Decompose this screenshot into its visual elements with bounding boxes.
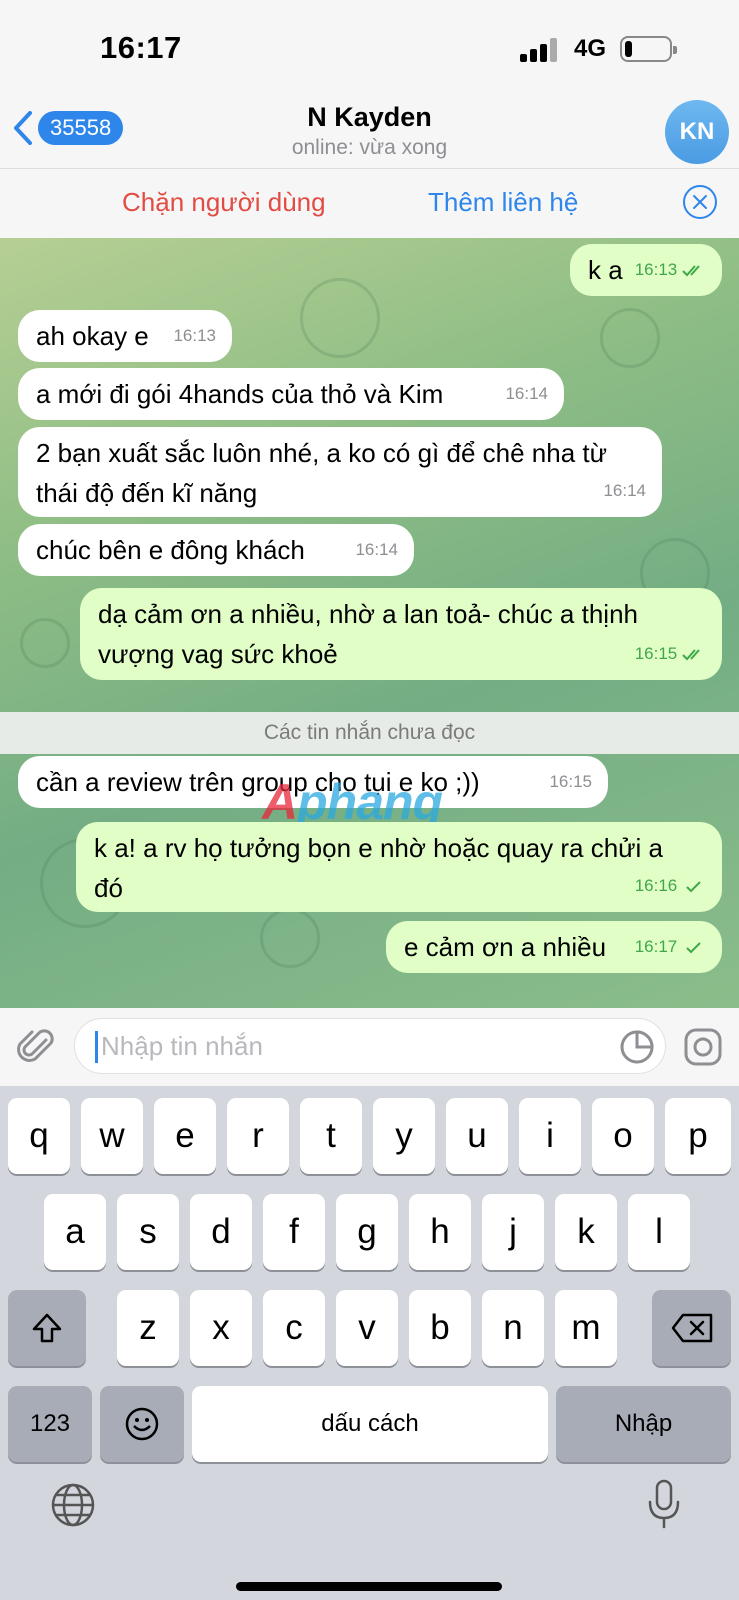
network-type: 4G xyxy=(574,35,607,62)
avatar[interactable]: KN xyxy=(665,100,729,164)
message-time: 16:14 xyxy=(505,384,548,403)
key-w[interactable]: w xyxy=(81,1098,143,1174)
block-user-button[interactable]: Chặn người dùng xyxy=(122,187,326,218)
message-text: a mới đi gói 4hands của thỏ và Kim xyxy=(36,379,444,409)
message-time: 16:13 xyxy=(173,326,216,345)
key-e[interactable]: e xyxy=(154,1098,216,1174)
key-p[interactable]: p xyxy=(665,1098,731,1174)
single-check-icon xyxy=(686,880,701,892)
backspace-key[interactable] xyxy=(652,1290,731,1366)
message-list[interactable]: k a 16:13 ah okay e 16:13 a mới đi gói 4… xyxy=(0,238,739,1008)
key-q[interactable]: q xyxy=(8,1098,70,1174)
message-time: 16:13 xyxy=(634,260,678,279)
space-key[interactable]: dấu cách xyxy=(192,1386,548,1462)
message-time: 16:17 xyxy=(634,937,678,956)
status-time: 16:17 xyxy=(100,30,182,65)
key-h[interactable]: h xyxy=(409,1194,471,1270)
wallpaper-doodle xyxy=(600,308,660,368)
message-input-placeholder: Nhập tin nhắn xyxy=(101,1031,263,1061)
message-bubble-outgoing[interactable]: e cảm ơn a nhiều 16:17 xyxy=(386,921,722,973)
key-i[interactable]: i xyxy=(519,1098,581,1174)
battery-icon xyxy=(620,36,677,62)
emoji-key[interactable] xyxy=(100,1386,184,1462)
key-b[interactable]: b xyxy=(409,1290,471,1366)
status-bar: 16:17 4G xyxy=(0,0,739,96)
key-r[interactable]: r xyxy=(227,1098,289,1174)
wallpaper-doodle xyxy=(300,278,380,358)
key-l[interactable]: l xyxy=(628,1194,690,1270)
backspace-icon xyxy=(671,1313,712,1343)
key-c[interactable]: c xyxy=(263,1290,325,1366)
message-bubble-incoming[interactable]: ah okay e 16:13 xyxy=(18,310,232,362)
key-k[interactable]: k xyxy=(555,1194,617,1270)
message-text: ah okay e xyxy=(36,321,149,351)
wallpaper-doodle xyxy=(20,618,70,668)
chat-status: online: vừa xong xyxy=(291,136,448,159)
home-indicator[interactable] xyxy=(236,1582,502,1591)
key-n[interactable]: n xyxy=(482,1290,544,1366)
message-time: 16:15 xyxy=(634,644,678,663)
message-input[interactable]: Nhập tin nhắn xyxy=(74,1018,666,1074)
emoji-icon xyxy=(125,1407,159,1441)
key-o[interactable]: o xyxy=(592,1098,654,1174)
double-check-icon xyxy=(682,264,700,276)
message-time: 16:15 xyxy=(549,772,592,791)
keyboard: q w e r t y u i o p a s d f g h j k l z … xyxy=(0,1086,739,1600)
numbers-key[interactable]: 123 xyxy=(8,1386,92,1462)
microphone-icon[interactable] xyxy=(646,1478,682,1530)
key-u[interactable]: u xyxy=(446,1098,508,1174)
chat-title[interactable]: N Kayden xyxy=(0,102,739,133)
key-s[interactable]: s xyxy=(117,1194,179,1270)
return-key[interactable]: Nhập xyxy=(556,1386,731,1462)
add-contact-button[interactable]: Thêm liên hệ xyxy=(428,187,578,218)
chat-header: 35558 N Kayden online: vừa xong KN xyxy=(0,96,739,168)
message-text: k a xyxy=(588,255,623,285)
key-f[interactable]: f xyxy=(263,1194,325,1270)
message-text: 2 bạn xuất sắc luôn nhé, a ko có gì để c… xyxy=(36,438,608,508)
key-d[interactable]: d xyxy=(190,1194,252,1270)
message-bubble-outgoing[interactable]: k a 16:13 xyxy=(570,244,722,296)
single-check-icon xyxy=(686,941,701,953)
double-check-icon xyxy=(682,648,700,660)
composer-bar: Nhập tin nhắn xyxy=(0,1008,739,1086)
key-t[interactable]: t xyxy=(300,1098,362,1174)
key-m[interactable]: m xyxy=(555,1290,617,1366)
contact-action-bar: Chặn người dùng Thêm liên hệ xyxy=(0,168,739,238)
message-bubble-outgoing[interactable]: k a! a rv họ tưởng bọn e nhờ hoặc quay r… xyxy=(76,822,722,912)
key-y[interactable]: y xyxy=(373,1098,435,1174)
shift-icon xyxy=(32,1313,62,1343)
message-text: chúc bên e đông khách xyxy=(36,535,305,565)
message-bubble-incoming[interactable]: chúc bên e đông khách 16:14 xyxy=(18,524,414,576)
signal-icon xyxy=(520,38,560,62)
sticker-icon[interactable] xyxy=(619,1029,655,1065)
camera-icon[interactable] xyxy=(682,1026,724,1068)
key-z[interactable]: z xyxy=(117,1290,179,1366)
message-bubble-incoming[interactable]: 2 bạn xuất sắc luôn nhé, a ko có gì để c… xyxy=(18,427,662,517)
key-a[interactable]: a xyxy=(44,1194,106,1270)
message-text: e cảm ơn a nhiều xyxy=(404,932,607,962)
message-text: k a! a rv họ tưởng bọn e nhờ hoặc quay r… xyxy=(94,833,664,903)
shift-key[interactable] xyxy=(8,1290,86,1366)
message-time: 16:14 xyxy=(355,540,398,559)
message-bubble-outgoing[interactable]: dạ cảm ơn a nhiều, nhờ a lan toả- chúc a… xyxy=(80,588,722,680)
attach-icon[interactable] xyxy=(16,1026,58,1068)
wallpaper-doodle xyxy=(260,908,320,968)
message-time: 16:14 xyxy=(603,481,646,500)
message-bubble-incoming[interactable]: a mới đi gói 4hands của thỏ và Kim 16:14 xyxy=(18,368,564,420)
key-j[interactable]: j xyxy=(482,1194,544,1270)
close-icon[interactable] xyxy=(683,185,717,219)
message-time: 16:16 xyxy=(634,876,678,895)
text-caret xyxy=(95,1031,98,1063)
globe-icon[interactable] xyxy=(50,1482,96,1528)
key-g[interactable]: g xyxy=(336,1194,398,1270)
unread-divider: Các tin nhắn chưa đọc xyxy=(0,712,739,754)
key-v[interactable]: v xyxy=(336,1290,398,1366)
message-text: dạ cảm ơn a nhiều, nhờ a lan toả- chúc a… xyxy=(98,599,638,669)
key-x[interactable]: x xyxy=(190,1290,252,1366)
